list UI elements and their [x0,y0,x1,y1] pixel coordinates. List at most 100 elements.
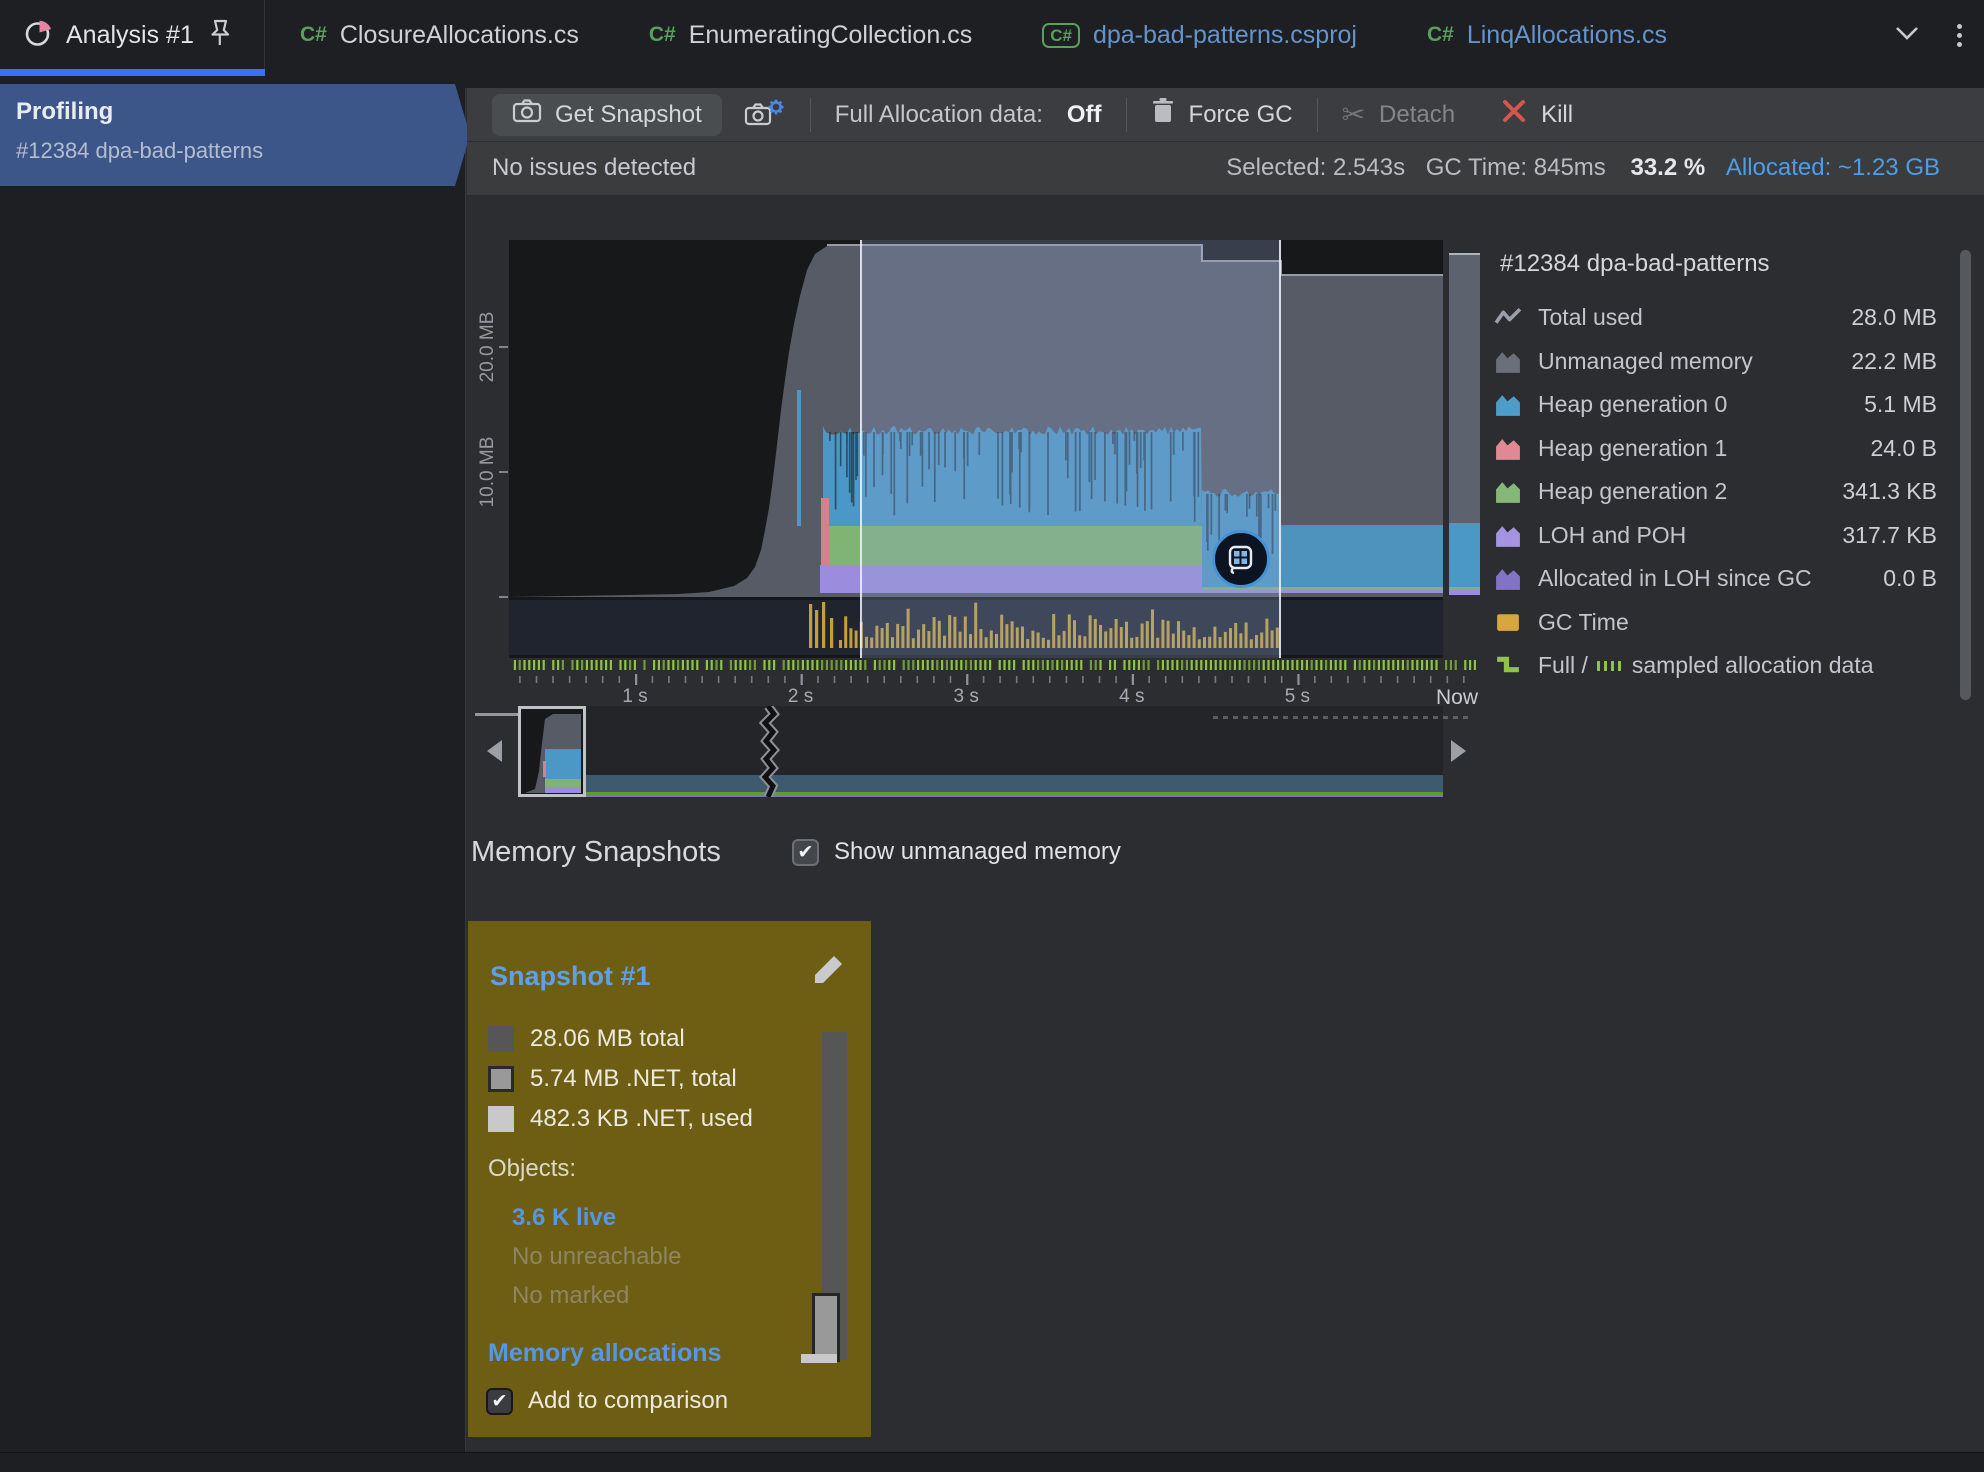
legend-value: 22.2 MB [1851,348,1937,375]
full-allocation-toggle[interactable]: Full Allocation data:Off [835,101,1102,129]
legend-item-heap-generation-0: Heap generation 05.1 MB [1494,387,1941,423]
y-axis-label-20: 20.0 MB [477,297,501,397]
legend-area-icon [1494,521,1522,549]
snapshot-dotnet-total-bar [812,1293,840,1362]
time-selection-overlay[interactable] [860,240,1281,658]
minimap-viewport-handle[interactable] [518,706,586,797]
content-area: 20.0 MB 10.0 MB [467,196,1984,1472]
snapshot-title: Snapshot #1 [490,961,651,992]
selected-duration: Selected: 2.543s [1226,154,1405,181]
session-title: Profiling [16,98,113,126]
legend-name: Heap generation 1 [1538,435,1727,462]
snapshot-row-5-74-mb-net-total: 5.74 MB .NET, total [488,1059,753,1099]
marked-label: No marked [512,1282,629,1310]
tab-closureallocations-cs[interactable]: C#ClosureAllocations.cs [265,0,614,70]
minimap-scroll-right-arrow[interactable] [1451,740,1466,762]
add-to-comparison-label[interactable]: Add to comparison [528,1387,728,1415]
memory-allocations-link[interactable]: Memory allocations [488,1339,721,1368]
time-ruler: 1 s2 s3 s4 s5 sNow [509,658,1489,708]
camera-icon [512,98,542,131]
snapshot-row-label: 28.06 MB total [530,1025,685,1053]
y-tick [499,596,508,598]
legend-value: 24.0 B [1871,435,1938,462]
force-gc-button[interactable]: Force GC [1151,97,1293,132]
show-unmanaged-checkbox[interactable]: ✔ [792,839,819,866]
profiler-statusbar: No issues detected Selected: 2.543s GC T… [467,142,1984,196]
analysis-pie-icon [24,18,53,53]
tab-label: Analysis #1 [66,21,194,50]
legend-item-gc-time: GC Time [1494,605,1941,641]
legend-line-icon [1494,303,1522,331]
csproj-icon: C# [1042,23,1080,48]
scissors-icon: ✂ [1342,98,1365,131]
get-snapshot-button[interactable]: Get Snapshot [492,94,722,136]
toolbar-separator [1126,98,1127,132]
legend-value: 341.3 KB [1842,478,1937,505]
legend-area-icon [1494,390,1522,418]
csharp-icon: C# [649,23,676,47]
get-snapshot-label: Get Snapshot [555,101,702,129]
tab-label: LinqAllocations.cs [1467,21,1667,50]
legend-value: 317.7 KB [1842,522,1937,549]
legend-item-sampled-allocation-data: Full /sampled allocation data [1494,648,1941,684]
kill-x-icon [1501,98,1527,131]
tab-dpa-bad-patterns-csproj[interactable]: C#dpa-bad-patterns.csproj [1007,0,1392,70]
tab-analysis[interactable]: Analysis #1 [0,0,265,70]
kill-label: Kill [1541,101,1573,129]
gc-time-status: GC Time: 845ms [1426,154,1606,181]
snapshot-dotnet-used-bar [801,1354,837,1363]
legend-item-heap-generation-2: Heap generation 2 341.3 KB [1494,474,1941,510]
snapshot-card[interactable]: Snapshot #1 28.06 MB total 5.74 MB .NET, … [468,921,871,1437]
heap-gen1-spike [821,498,829,565]
legend-name: Heap generation 2 [1538,478,1727,505]
y-tick [499,471,508,473]
now-value-column [1449,196,1480,658]
legend-item-unmanaged-memory: Unmanaged memory 22.2 MB [1494,344,1941,380]
view-snapshot-magnifier-button[interactable] [1212,530,1270,588]
active-tab-underline [0,69,265,76]
edit-pencil-icon[interactable] [809,953,845,989]
minimap-scroll-left-arrow[interactable] [487,740,502,762]
file-tabs: C#ClosureAllocations.cs C# EnumeratingColl… [265,0,1702,70]
allocated-link[interactable]: Allocated: ~1.23 GB [1726,154,1940,181]
tab-linqallocations-cs[interactable]: C#LinqAllocations.cs [1392,0,1702,70]
pin-icon[interactable] [207,18,233,53]
live-objects-link[interactable]: 3.6 K live [512,1204,616,1232]
tab-enumeratingcollection-cs[interactable]: C# EnumeratingCollection.cs [614,0,1007,70]
chart-legend: #12384 dpa-bad-patterns Total used28.0 M… [1494,246,1941,696]
x-axis-label-3-s: 3 s [931,686,1001,708]
snapshot-memory-rows: 28.06 MB total 5.74 MB .NET, total 482.3 K… [488,1019,753,1139]
legend-scrollbar[interactable] [1960,250,1971,700]
legend-name: Unmanaged memory [1538,348,1753,375]
tab-label: EnumeratingCollection.cs [689,21,972,50]
show-unmanaged-label[interactable]: Show unmanaged memory [834,838,1121,866]
minimap-track[interactable] [518,706,1443,797]
legend-value: 0.0 B [1883,565,1937,592]
legend-item-total-used: Total used28.0 MB [1494,300,1941,336]
detach-button[interactable]: ✂ Detach [1342,98,1456,131]
legend-item-loh-and-poh: LOH and POH317.7 KB [1494,518,1941,554]
profiler-window: Analysis #1 C#ClosureAllocations.cs C# Enu… [0,0,1984,1472]
toolbar-separator [1317,98,1318,132]
legend-value: 5.1 MB [1864,391,1937,418]
objects-label: Objects: [488,1155,576,1183]
y-tick [499,346,508,348]
legend-area-icon [1494,434,1522,462]
snapshot-settings-button[interactable] [744,98,786,132]
swatch-dark [488,1026,514,1052]
timeline-minimap[interactable] [473,706,1475,797]
sidebar-session-item[interactable]: Profiling #12384 dpa-bad-patterns [0,84,470,186]
legend-area-icon [1494,477,1522,505]
kebab-menu-icon[interactable] [1957,20,1962,51]
snapshot-row-label: 5.74 MB .NET, total [530,1065,737,1093]
add-to-comparison-checkbox[interactable]: ✔ [486,1388,513,1415]
detach-label: Detach [1379,101,1455,129]
session-subtitle: #12384 dpa-bad-patterns [16,138,263,164]
legend-name-prefix: Full / [1538,652,1588,679]
snapshot-row-482-3-kb-net-used: 482.3 KB .NET, used [488,1099,753,1139]
window-bottom-strip [0,1452,1984,1472]
chevron-down-icon[interactable] [1895,24,1919,47]
kill-button[interactable]: Kill [1501,98,1573,131]
minimap-break-mark [755,706,781,797]
swatch-light [488,1106,514,1132]
